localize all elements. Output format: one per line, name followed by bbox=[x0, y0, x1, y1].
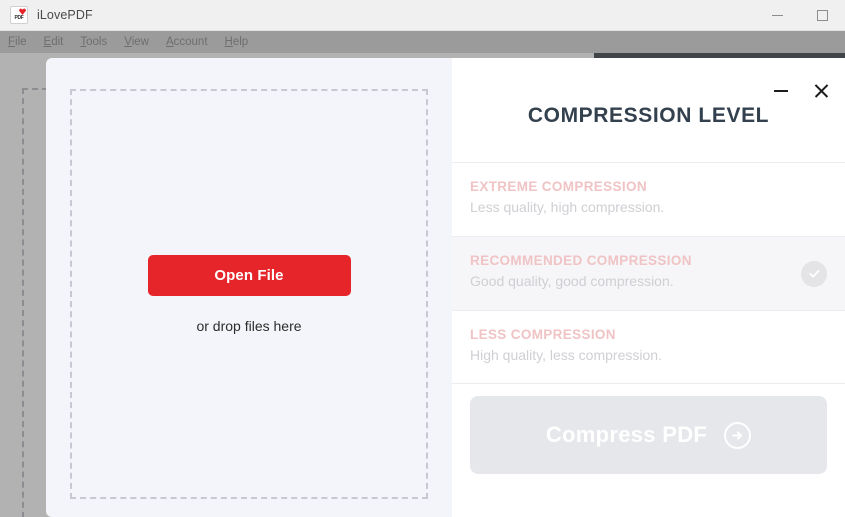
menu-label: elp bbox=[232, 36, 249, 48]
menu-label: dit bbox=[51, 36, 64, 48]
compress-action-area: Compress PDF bbox=[452, 396, 845, 474]
option-title: EXTREME COMPRESSION bbox=[470, 179, 647, 194]
option-less-compression[interactable]: LESS COMPRESSION High quality, less comp… bbox=[452, 310, 845, 384]
window-controls bbox=[755, 0, 845, 31]
window-maximize-button[interactable] bbox=[800, 0, 845, 31]
menu-label: ile bbox=[15, 36, 27, 48]
compression-options-list: EXTREME COMPRESSION Less quality, high c… bbox=[452, 162, 845, 384]
menu-label: ccount bbox=[173, 36, 208, 48]
option-extreme-compression[interactable]: EXTREME COMPRESSION Less quality, high c… bbox=[452, 162, 845, 236]
window-title: iLovePDF bbox=[37, 8, 93, 22]
option-description: High quality, less compression. bbox=[470, 347, 662, 363]
arrow-right-circle-icon bbox=[724, 421, 752, 449]
pdf-label: PDF bbox=[14, 15, 24, 21]
minimize-icon bbox=[774, 90, 788, 92]
window-minimize-button[interactable] bbox=[755, 0, 800, 31]
minimize-icon bbox=[772, 14, 783, 16]
open-file-button[interactable]: Open File bbox=[147, 254, 351, 296]
compression-level-pane: COMPRESSION LEVEL EXTREME COMPRESSION Le… bbox=[452, 58, 845, 517]
dialog-window-controls bbox=[768, 78, 834, 104]
check-icon bbox=[801, 260, 827, 287]
menu-mnemonic: H bbox=[224, 36, 233, 48]
heart-icon bbox=[19, 8, 26, 15]
menu-label: iew bbox=[131, 36, 149, 48]
ilovepdf-app-icon: PDF bbox=[10, 6, 28, 24]
title-bar: PDF iLovePDF bbox=[0, 0, 845, 31]
menu-item-tools[interactable]: Tools bbox=[80, 36, 107, 48]
menu-item-view[interactable]: View bbox=[124, 36, 149, 48]
page-title: COMPRESSION LEVEL bbox=[527, 104, 770, 127]
menu-mnemonic: A bbox=[165, 36, 174, 48]
option-description: Good quality, good compression. bbox=[470, 273, 674, 289]
option-description: Less quality, high compression. bbox=[470, 199, 665, 215]
maximize-icon bbox=[817, 9, 828, 21]
close-icon bbox=[813, 83, 829, 99]
ilovepdf-app-window: PDF iLovePDF File Edit Tools View Accoun… bbox=[0, 0, 845, 517]
option-title: RECOMMENDED COMPRESSION bbox=[470, 253, 692, 268]
drop-files-hint: or drop files here bbox=[196, 317, 302, 334]
dialog-minimize-button[interactable] bbox=[768, 78, 794, 104]
menu-item-edit[interactable]: Edit bbox=[44, 36, 64, 48]
compress-pdf-label: Compress PDF bbox=[545, 422, 708, 447]
menu-label: ools bbox=[86, 36, 108, 48]
open-file-pane: Open File or drop files here bbox=[46, 58, 452, 517]
dialog-close-button[interactable] bbox=[808, 78, 834, 104]
menu-mnemonic: V bbox=[124, 36, 132, 48]
menu-item-file[interactable]: File bbox=[8, 36, 27, 48]
option-title: LESS COMPRESSION bbox=[470, 327, 616, 342]
menu-item-help[interactable]: Help bbox=[225, 36, 249, 48]
option-recommended-compression[interactable]: RECOMMENDED COMPRESSION Good quality, go… bbox=[452, 236, 845, 310]
menu-mnemonic: F bbox=[8, 36, 16, 48]
compress-pdf-button[interactable]: Compress PDF bbox=[470, 396, 827, 474]
menu-item-account[interactable]: Account bbox=[166, 36, 208, 48]
file-drop-area[interactable]: Open File or drop files here bbox=[70, 89, 428, 499]
menu-bar: File Edit Tools View Account Help bbox=[0, 31, 845, 53]
compression-dialog: Open File or drop files here COMPRESSION… bbox=[46, 58, 845, 517]
